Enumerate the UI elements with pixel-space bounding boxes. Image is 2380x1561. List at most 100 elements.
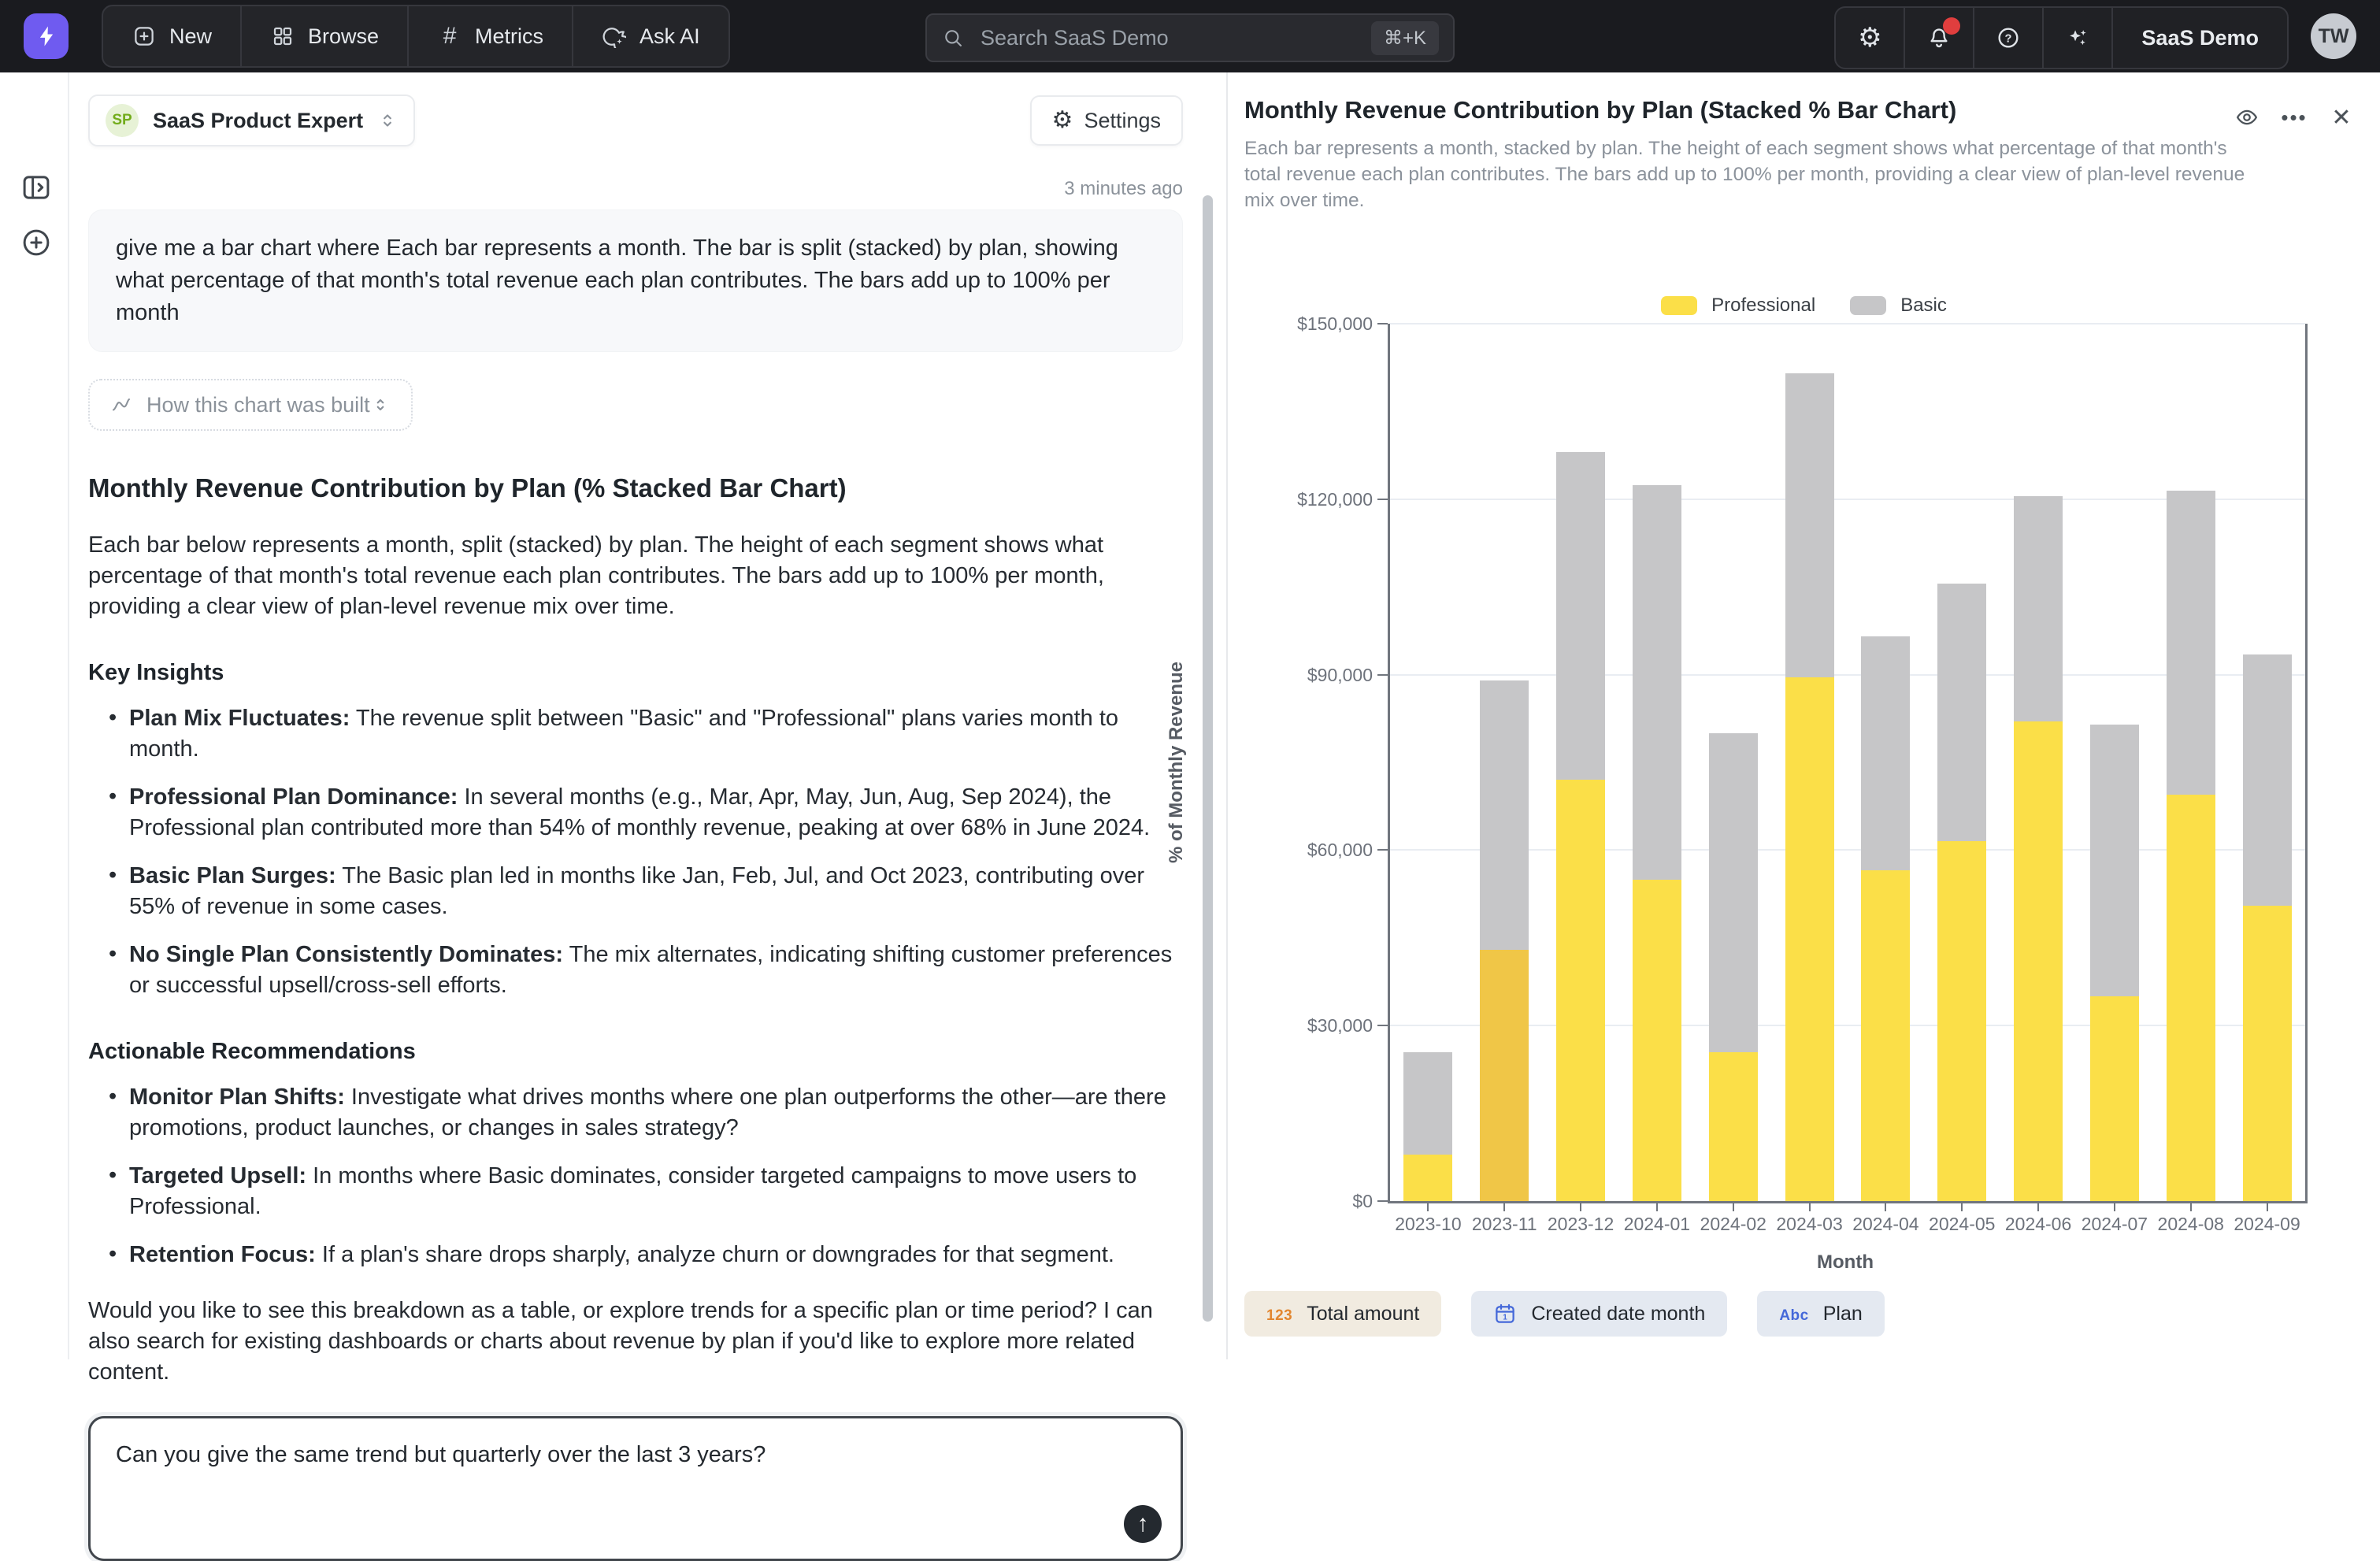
bar-segment-professional-2024-01 bbox=[1633, 880, 1681, 1201]
search-icon bbox=[941, 26, 965, 50]
settings-button[interactable]: ⚙ Settings bbox=[1030, 95, 1183, 146]
x-tick-mark bbox=[2267, 1203, 2268, 1211]
insights-title: Key Insights bbox=[88, 660, 1183, 686]
legend-swatch bbox=[1661, 296, 1697, 315]
nav-item-new[interactable]: New bbox=[103, 6, 242, 66]
composer-input[interactable]: Can you give the same trend but quarterl… bbox=[91, 1418, 1181, 1559]
bar-segment-professional-2023-11 bbox=[1480, 950, 1529, 1201]
nav-item-metrics[interactable]: #Metrics bbox=[409, 6, 573, 66]
bar-segment-basic-2024-03 bbox=[1785, 373, 1834, 677]
y-tick-mark bbox=[1377, 1025, 1388, 1026]
x-tick-mark bbox=[1733, 1203, 1734, 1211]
chart-panel-actions: ••• ✕ bbox=[2229, 99, 2360, 135]
nav-item-ask-ai[interactable]: Ask AI bbox=[573, 6, 728, 66]
grid-icon bbox=[270, 24, 295, 49]
legend-label: Basic bbox=[1900, 295, 1947, 317]
bell-button[interactable] bbox=[1905, 8, 1974, 68]
settings-label: Settings bbox=[1084, 109, 1161, 133]
chart-panel-title: Monthly Revenue Contribution by Plan (St… bbox=[1244, 96, 2380, 124]
eye-icon[interactable] bbox=[2229, 99, 2265, 135]
nav-item-browse[interactable]: Browse bbox=[242, 6, 409, 66]
agent-selector[interactable]: SP SaaS Product Expert bbox=[88, 95, 415, 146]
svg-text:1: 1 bbox=[1503, 1314, 1508, 1322]
bar-segment-basic-2023-12 bbox=[1556, 452, 1605, 780]
abc-icon: Abc bbox=[1779, 1303, 1808, 1326]
y-tick-mark bbox=[1377, 499, 1388, 500]
mini-chart-icon bbox=[110, 394, 132, 416]
help-button[interactable]: ? bbox=[1974, 8, 2044, 68]
help-icon: ? bbox=[1996, 25, 2021, 50]
legend-swatch bbox=[1850, 296, 1886, 315]
sparkles-button[interactable] bbox=[2044, 8, 2113, 68]
chat-bubble-star-icon bbox=[602, 24, 627, 49]
bar-segment-basic-2024-04 bbox=[1861, 636, 1910, 870]
user-message: give me a bar chart where Each bar repre… bbox=[88, 209, 1183, 352]
user-avatar[interactable]: TW bbox=[2311, 13, 2356, 59]
how-built-expander[interactable]: How this chart was built bbox=[88, 379, 413, 431]
x-tick-mark bbox=[1427, 1203, 1429, 1211]
field-tag-created-date-month[interactable]: 1Created date month bbox=[1471, 1291, 1727, 1337]
message-timestamp: 3 minutes ago bbox=[88, 178, 1183, 200]
x-tick-mark bbox=[1580, 1203, 1581, 1211]
expand-panel-icon[interactable] bbox=[15, 169, 53, 206]
close-icon[interactable]: ✕ bbox=[2323, 99, 2360, 135]
app-logo[interactable] bbox=[24, 13, 69, 59]
bar-segment-professional-2024-02 bbox=[1709, 1052, 1758, 1201]
gear-button[interactable]: ⚙ bbox=[1836, 8, 1905, 68]
bar-segment-basic-2023-11 bbox=[1480, 680, 1529, 950]
bar-segment-professional-2024-07 bbox=[2090, 996, 2139, 1201]
numeric-123-icon: 123 bbox=[1266, 1303, 1292, 1326]
more-icon[interactable]: ••• bbox=[2276, 99, 2312, 135]
how-built-label: How this chart was built bbox=[146, 393, 370, 417]
plus-circle-icon bbox=[20, 226, 53, 259]
sparkles-icon bbox=[2065, 25, 2090, 50]
chart-panel: Monthly Revenue Contribution by Plan (St… bbox=[1228, 72, 2380, 1359]
chat-scrollbar[interactable] bbox=[1203, 195, 1213, 1322]
bar-segment-professional-2024-05 bbox=[1937, 841, 1986, 1201]
x-tick-mark bbox=[2114, 1203, 2115, 1211]
y-tick-label: $120,000 bbox=[1231, 489, 1373, 510]
workspace-switcher[interactable]: SaaS Demo bbox=[2113, 8, 2287, 68]
list-item: Targeted Upsell: In months where Basic d… bbox=[88, 1161, 1183, 1222]
bar-segment-professional-2024-03 bbox=[1785, 677, 1834, 1201]
x-tick-mark bbox=[1503, 1203, 1505, 1211]
bar-segment-professional-2024-08 bbox=[2167, 795, 2215, 1201]
chart-legend: Professional Basic bbox=[1228, 295, 2380, 317]
agent-avatar: SP bbox=[106, 104, 139, 137]
lightning-bolt-icon bbox=[35, 23, 58, 50]
list-item: Retention Focus: If a plan's share drops… bbox=[88, 1240, 1183, 1270]
y-tick-mark bbox=[1377, 323, 1388, 324]
search-input[interactable] bbox=[979, 25, 1371, 51]
bar-segment-basic-2024-06 bbox=[2014, 496, 2063, 721]
global-search[interactable]: ⌘+K bbox=[925, 13, 1455, 62]
response-closing: Would you like to see this breakdown as … bbox=[88, 1296, 1183, 1388]
assistant-response: Monthly Revenue Contribution by Plan (% … bbox=[88, 472, 1183, 1388]
bar-segment-basic-2024-09 bbox=[2243, 654, 2292, 906]
y-tick-label: $30,000 bbox=[1231, 1015, 1373, 1036]
y-tick-mark bbox=[1377, 674, 1388, 676]
response-intro: Each bar below represents a month, split… bbox=[88, 530, 1183, 622]
nav-item-label: Ask AI bbox=[639, 24, 700, 49]
up-arrow-icon: ↑ bbox=[1137, 1511, 1149, 1537]
legend-item-professional[interactable]: Professional bbox=[1661, 295, 1815, 317]
field-tag-label: Total amount bbox=[1307, 1303, 1419, 1326]
y-tick-label: $150,000 bbox=[1231, 313, 1373, 334]
gear-icon: ⚙ bbox=[1858, 24, 1881, 51]
nav-item-label: New bbox=[169, 24, 212, 49]
left-rail bbox=[0, 72, 69, 1359]
agent-name: SaaS Product Expert bbox=[153, 109, 363, 133]
y-tick-mark bbox=[1377, 849, 1388, 851]
field-tag-plan[interactable]: AbcPlan bbox=[1757, 1291, 1884, 1337]
response-heading: Monthly Revenue Contribution by Plan (% … bbox=[88, 472, 1183, 505]
x-tick-mark bbox=[2190, 1203, 2192, 1211]
svg-text:?: ? bbox=[2005, 32, 2012, 45]
x-axis-title: Month bbox=[1388, 1251, 2303, 1274]
send-button[interactable]: ↑ bbox=[1124, 1505, 1162, 1543]
plus-square-icon bbox=[132, 24, 157, 49]
new-thread-button[interactable] bbox=[15, 224, 53, 261]
insights-list: Plan Mix Fluctuates: The revenue split b… bbox=[88, 703, 1183, 1001]
field-tags: 123 Total amount 1Created date month AbcPla… bbox=[1244, 1291, 1885, 1337]
field-tag-total-amount[interactable]: 123 Total amount bbox=[1244, 1291, 1441, 1337]
legend-item-basic[interactable]: Basic bbox=[1850, 295, 1947, 317]
nav-button-group: New Browse#Metrics Ask AI bbox=[102, 5, 730, 68]
